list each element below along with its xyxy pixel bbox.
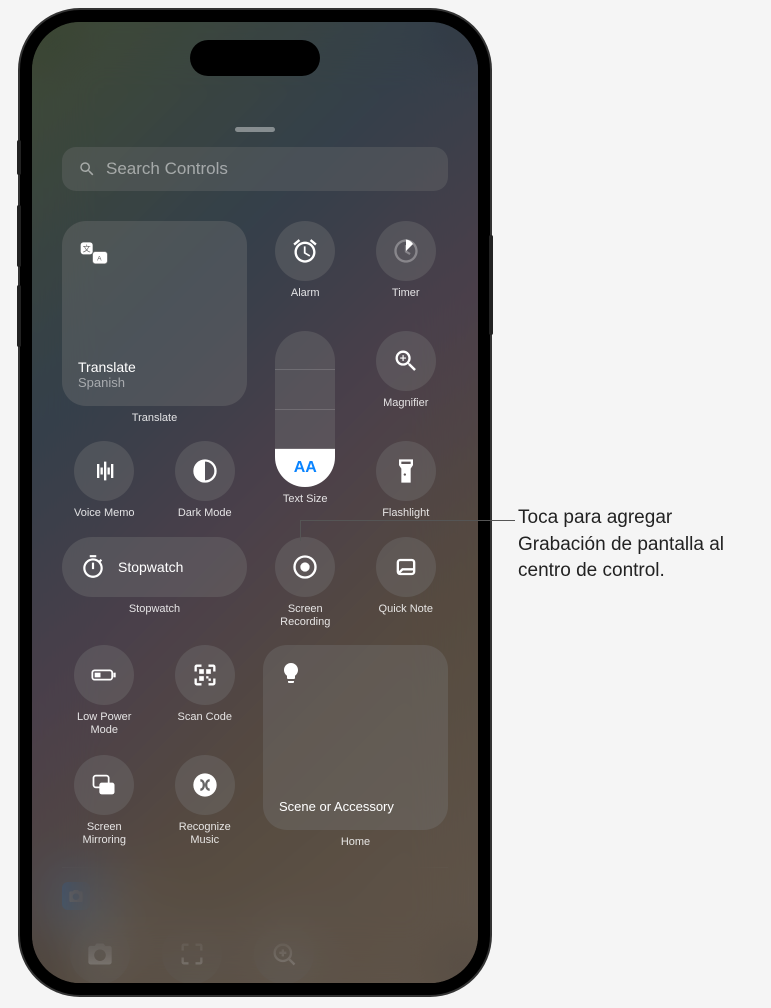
phone-frame: Search Controls 文A Translate Spanish Tra… (20, 10, 490, 995)
text-size-control[interactable]: AA Text Size (263, 331, 348, 521)
search-icon (78, 160, 96, 178)
action-button (17, 140, 21, 175)
dark-mode-label: Dark Mode (178, 507, 232, 520)
text-size-indicator: AA (275, 449, 335, 487)
stopwatch-control[interactable]: Stopwatch Stopwatch (62, 537, 247, 629)
home-scene-text: Scene or Accessory (279, 799, 432, 814)
stopwatch-inline-label: Stopwatch (118, 559, 183, 575)
timer-control[interactable]: Timer (364, 221, 449, 315)
low-power-icon (90, 661, 118, 689)
dark-mode-control[interactable]: Dark Mode (163, 441, 248, 521)
scan-code-label: Scan Code (178, 711, 232, 724)
translate-control[interactable]: 文A Translate Spanish Translate (62, 221, 247, 425)
volume-up-button (17, 205, 21, 267)
magnifier-icon (392, 347, 420, 375)
timer-icon (392, 237, 420, 265)
quick-note-control[interactable]: Quick Note (364, 537, 449, 629)
grabber-handle[interactable] (235, 127, 275, 132)
voice-memo-label: Voice Memo (74, 507, 135, 520)
quick-note-icon (392, 553, 420, 581)
screen-recording-control[interactable]: Screen Recording (263, 537, 348, 629)
alarm-label: Alarm (291, 287, 320, 300)
voice-memo-icon (90, 457, 118, 485)
screen-mirroring-label: Screen Mirroring (83, 821, 126, 847)
dynamic-island (190, 40, 320, 76)
translate-label: Translate (132, 412, 177, 425)
screen-mirroring-control[interactable]: Screen Mirroring (62, 755, 147, 849)
svg-text:文: 文 (83, 244, 91, 254)
voice-memo-control[interactable]: Voice Memo (62, 441, 147, 521)
translate-subtitle: Spanish (78, 375, 231, 390)
callout-text: Toca para agregar Grabación de pantalla … (518, 505, 753, 585)
text-size-segment (275, 331, 335, 370)
shazam-icon (191, 771, 219, 799)
alarm-icon (291, 237, 319, 265)
phone-screen: Search Controls 文A Translate Spanish Tra… (32, 22, 478, 983)
scan-code-control[interactable]: Scan Code (163, 645, 248, 739)
flashlight-label: Flashlight (382, 507, 429, 520)
scan-code-icon (191, 661, 219, 689)
translate-icon: 文A (78, 237, 110, 269)
alarm-control[interactable]: Alarm (263, 221, 348, 315)
magnifier-label: Magnifier (383, 397, 428, 410)
text-size-label: Text Size (283, 493, 328, 506)
home-control[interactable]: Scene or Accessory Home (263, 645, 448, 849)
low-power-label: Low Power Mode (77, 711, 131, 737)
lightbulb-icon (279, 661, 303, 685)
screen-mirroring-icon (90, 771, 118, 799)
text-size-segment (275, 370, 335, 409)
translate-title: Translate (78, 359, 231, 375)
magnifier-control[interactable]: Magnifier (364, 331, 449, 425)
callout-line (300, 520, 515, 521)
volume-down-button (17, 285, 21, 347)
recognize-music-label: Recognize Music (179, 821, 231, 847)
power-button (489, 235, 493, 335)
content-area: Search Controls 文A Translate Spanish Tra… (32, 22, 478, 983)
dark-mode-icon (191, 457, 219, 485)
screen-recording-icon (291, 553, 319, 581)
home-label: Home (341, 836, 370, 849)
flashlight-control[interactable]: Flashlight (364, 441, 449, 521)
stopwatch-icon (80, 554, 106, 580)
timer-label: Timer (392, 287, 420, 300)
text-size-segment (275, 410, 335, 449)
quick-note-label: Quick Note (379, 603, 433, 616)
search-bar[interactable]: Search Controls (62, 147, 448, 191)
recognize-music-control[interactable]: Recognize Music (163, 755, 248, 849)
search-placeholder: Search Controls (106, 159, 228, 179)
controls-grid: 文A Translate Spanish Translate Alarm Tim… (62, 221, 448, 849)
flashlight-icon (392, 457, 420, 485)
stopwatch-label: Stopwatch (129, 603, 180, 616)
low-power-control[interactable]: Low Power Mode (62, 645, 147, 739)
screen-recording-label: Screen Recording (280, 603, 330, 629)
svg-text:A: A (97, 255, 102, 262)
